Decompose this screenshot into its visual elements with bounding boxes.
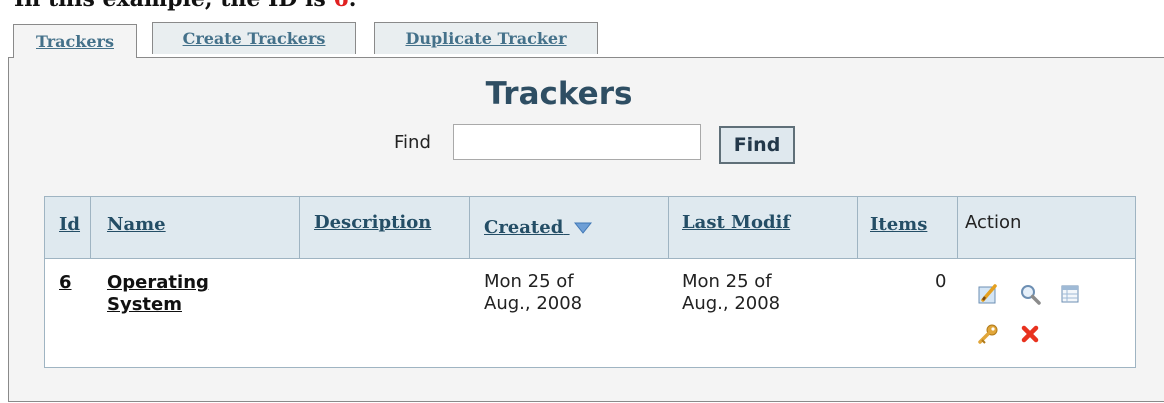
tracker-items-count: 0 — [935, 271, 947, 292]
sort-down-triangle-icon — [573, 222, 592, 234]
caption-prefix: In this example, the ID is — [14, 0, 333, 12]
page-title: Trackers — [485, 76, 633, 112]
tab-create-trackers[interactable]: Create Trackers — [152, 22, 356, 54]
delete-icon[interactable] — [1019, 323, 1041, 345]
caption-suffix: . — [349, 0, 357, 12]
view-icon[interactable] — [1019, 283, 1041, 305]
tracker-name-line: Operating — [107, 272, 209, 293]
permissions-key-icon[interactable] — [977, 323, 999, 345]
column-divider — [668, 197, 669, 259]
column-header-description[interactable]: Description — [314, 212, 431, 233]
list-icon[interactable] — [1059, 283, 1081, 305]
last-modif-line: Aug., 2008 — [682, 293, 781, 314]
created-line: Mon 25 of — [484, 271, 574, 292]
find-button[interactable]: Find — [719, 126, 795, 164]
tab-trackers[interactable]: Trackers — [13, 24, 137, 58]
created-line: Aug., 2008 — [484, 293, 583, 314]
column-header-name[interactable]: Name — [107, 214, 166, 235]
column-header-created-label: Created — [484, 217, 564, 238]
column-header-id[interactable]: Id — [59, 214, 80, 235]
find-label: Find — [394, 132, 431, 153]
edit-icon[interactable] — [977, 283, 999, 305]
tracker-created: Mon 25 of Aug., 2008 — [484, 271, 582, 315]
trackers-table: Id Name Description Created Last Modif I… — [44, 196, 1136, 368]
column-divider — [469, 197, 470, 259]
column-divider — [90, 197, 91, 259]
column-header-items[interactable]: Items — [870, 214, 927, 235]
tracker-id-link[interactable]: 6 — [59, 272, 72, 294]
column-header-action: Action — [965, 212, 1022, 233]
trackers-panel: Trackers Find Find Id Name Description C… — [8, 57, 1164, 402]
last-modif-line: Mon 25 of — [682, 271, 772, 292]
caption-highlight: 6 — [333, 0, 348, 12]
column-divider — [299, 197, 300, 259]
column-header-created[interactable]: Created — [484, 217, 592, 238]
caption-text: In this example, the ID is 6. — [14, 0, 356, 12]
tracker-name-link[interactable]: Operating System — [107, 272, 209, 316]
column-divider — [957, 197, 958, 259]
find-input[interactable] — [453, 124, 701, 160]
tracker-last-modif: Mon 25 of Aug., 2008 — [682, 271, 780, 315]
tab-duplicate-tracker[interactable]: Duplicate Tracker — [374, 22, 598, 54]
tracker-name-line: System — [107, 294, 182, 315]
column-divider — [857, 197, 858, 259]
table-header: Id Name Description Created Last Modif I… — [45, 197, 1135, 259]
column-header-last-modif[interactable]: Last Modif — [682, 212, 790, 233]
